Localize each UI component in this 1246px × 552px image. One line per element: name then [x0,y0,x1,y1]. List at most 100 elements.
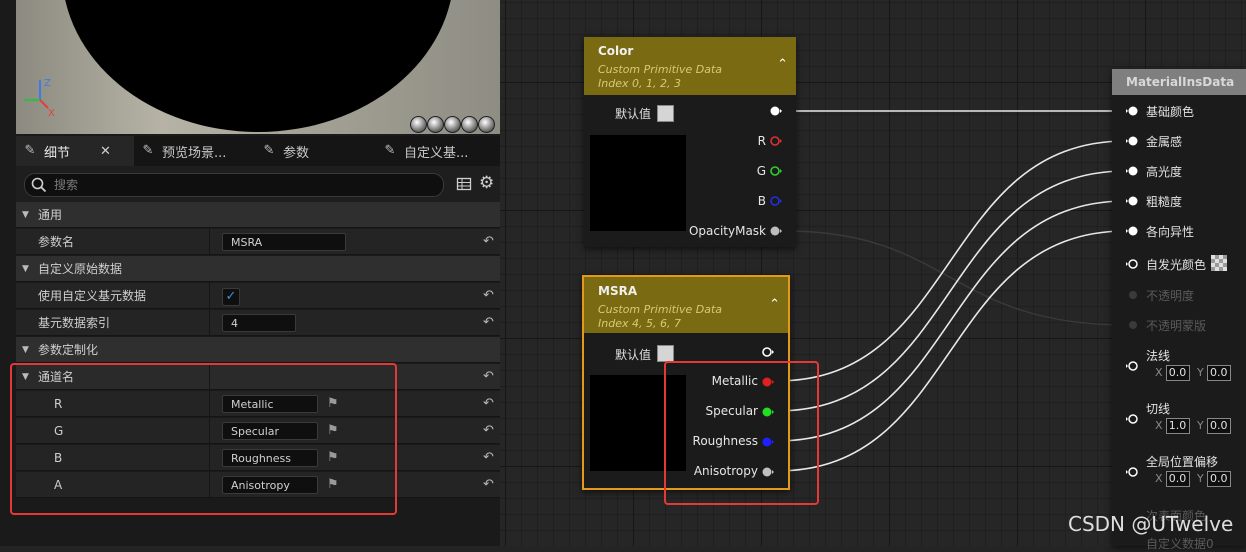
collapse-triangle-icon[interactable]: ▼ [22,256,29,282]
section-param-custom[interactable]: ▼ 参数定制化 [16,337,500,363]
color-node[interactable]: Color Custom Primitive Data Index 0, 1, 2… [584,37,796,247]
input-pin-icon[interactable] [1126,135,1138,147]
input-pin-icon[interactable] [1126,360,1138,372]
reset-arrow-icon[interactable]: ↶ [483,310,494,336]
primitive-index-field[interactable]: 4 [222,314,296,332]
reset-arrow-icon[interactable]: ↶ [483,391,494,417]
node-title: MaterialInsData [1126,75,1235,89]
material-result-node[interactable]: MaterialInsData 基础颜色 金属感 高光度 粗糙度 各向异性 自发… [1112,69,1246,551]
node-title: MSRA [598,284,638,298]
use-custom-primitive-checkbox[interactable]: ✓ [222,288,240,306]
column-divider [209,229,210,255]
tangent-xy: X 1.0 Y 0.0 [1155,418,1231,434]
checker-swatch-icon[interactable] [1211,255,1227,271]
tangent-y-field[interactable]: 0.0 [1206,418,1231,434]
reset-arrow-icon[interactable]: ↶ [483,472,494,498]
output-pin-b-icon[interactable] [770,195,782,207]
pin-label-g: G [756,164,766,178]
input-opacity: 不透明度 [1146,289,1195,303]
output-pin-r-icon[interactable] [770,135,782,147]
input-pin-icon[interactable] [1126,258,1138,270]
normal-y-field[interactable]: 0.0 [1206,365,1231,381]
reset-arrow-icon[interactable]: ↶ [483,229,494,255]
use-custom-primitive-row: 使用自定义基元数据 ✓ ↶ [16,283,500,309]
cube-preview-icon[interactable] [461,116,478,133]
table-view-icon[interactable] [456,176,472,192]
node-subtitle: Custom Primitive Data Index 4, 5, 6, 7 [598,303,723,330]
tab-preview-scene[interactable]: ✎ 预览场景... [140,136,227,166]
output-pin-g-icon[interactable] [770,165,782,177]
tab-label: 自定义基... [404,145,469,161]
node-header[interactable]: MaterialInsData [1112,69,1246,95]
wpo-y-field[interactable]: 0.0 [1206,471,1231,487]
input-emissive-color: 自发光颜色 [1146,258,1207,272]
input-pin-icon[interactable] [1126,165,1138,177]
input-pin-icon[interactable] [1126,413,1138,425]
reset-arrow-icon[interactable]: ↶ [483,364,494,390]
use-custom-primitive-label: 使用自定义基元数据 [38,289,147,303]
column-divider [209,283,210,309]
pencil-icon: ✎ [384,143,396,158]
node-header[interactable]: Color Custom Primitive Data Index 0, 1, 2… [584,37,796,95]
cylinder-preview-icon[interactable] [410,116,427,133]
pin-label-r: R [757,134,766,148]
primitive-index-row: 基元数据索引 4 ↶ [16,310,500,336]
input-pin-icon[interactable] [1126,466,1138,478]
sphere-preview-icon[interactable] [427,116,444,133]
output-pin-opacitymask-icon[interactable] [770,225,782,237]
plane-preview-icon[interactable] [444,116,461,133]
input-pin-icon[interactable] [1126,195,1138,207]
input-base-color: 基础颜色 [1146,105,1195,119]
param-name-label: 参数名 [38,235,75,249]
input-opacity-mask: 不透明蒙版 [1146,319,1207,333]
input-normal: 法线 [1146,349,1171,363]
tab-label: 参数 [283,145,310,161]
svg-text:Z: Z [44,78,51,89]
tab-custom-primitive[interactable]: ✎ 自定义基... [382,136,469,166]
section-custom-primitive[interactable]: ▼ 自定义原始数据 [16,256,500,282]
reset-arrow-icon[interactable]: ↶ [483,283,494,309]
close-icon[interactable]: ✕ [100,144,111,159]
pencil-icon: ✎ [24,143,36,158]
section-label: 参数定制化 [38,343,99,357]
default-value-label: 默认值 [615,107,652,121]
chevron-up-icon[interactable]: ⌃ [769,297,780,312]
param-name-field[interactable]: MSRA [222,233,346,251]
input-pin-icon[interactable] [1126,225,1138,237]
custom-mesh-preview-icon[interactable] [478,116,495,133]
wpo-x-field[interactable]: 0.0 [1165,471,1190,487]
search-box[interactable] [24,173,444,197]
input-pin-disabled-icon [1129,291,1137,299]
node-header[interactable]: MSRA Custom Primitive Data Index 4, 5, 6,… [584,277,788,333]
column-divider [209,310,210,336]
reset-arrow-icon[interactable]: ↶ [483,445,494,471]
normal-x-field[interactable]: 0.0 [1165,365,1190,381]
highlight-box [664,361,819,505]
search-row: ⚙ [16,166,500,202]
output-pin-rgba-icon[interactable] [770,105,782,117]
input-pin-icon[interactable] [1126,105,1138,117]
axis-gizmo-icon: Z X [24,78,55,116]
section-label: 通用 [38,208,63,222]
gear-icon[interactable]: ⚙ [479,173,494,193]
node-subtitle: Custom Primitive Data Index 0, 1, 2, 3 [598,63,723,90]
tab-details[interactable]: ✎ 细节 ✕ [16,136,134,166]
search-icon [31,177,47,193]
collapse-triangle-icon[interactable]: ▼ [22,337,29,363]
color-preview [590,135,686,231]
collapse-triangle-icon[interactable]: ▼ [22,202,29,228]
input-anisotropy: 各向异性 [1146,225,1195,239]
tab-label: 预览场景... [162,145,227,161]
tab-parameters[interactable]: ✎ 参数 [261,136,309,166]
section-general[interactable]: ▼ 通用 [16,202,500,228]
tangent-x-field[interactable]: 1.0 [1165,418,1190,434]
material-preview-viewport[interactable]: Z X [16,0,500,134]
input-tangent: 切线 [1146,402,1171,416]
default-color-swatch[interactable] [657,345,674,362]
output-pin-rgba-icon[interactable] [762,346,774,358]
chevron-up-icon[interactable]: ⌃ [777,57,788,72]
reset-arrow-icon[interactable]: ↶ [483,418,494,444]
search-input[interactable] [52,177,416,193]
default-color-swatch[interactable] [657,105,674,122]
panel-tab-bar: ✎ 细节 ✕ ✎ 预览场景... ✎ 参数 ✎ 自定义基... [16,136,500,166]
